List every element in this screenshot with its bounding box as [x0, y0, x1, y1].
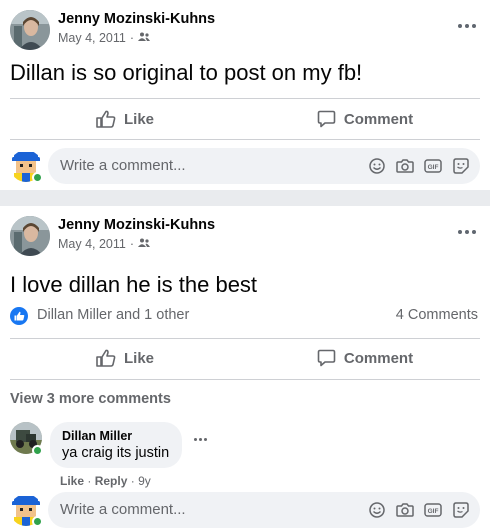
- comment-more-icon[interactable]: [194, 436, 210, 442]
- comment: Dillan Miller ya craig its justin Like ·…: [10, 422, 480, 492]
- gif-icon[interactable]: GIF: [424, 500, 442, 520]
- post-card: Jenny Mozinski-Kuhns May 4, 2011 · Dilla…: [0, 0, 490, 190]
- comment-composer: Write a comment... GIF: [10, 148, 480, 184]
- comment-button[interactable]: Comment: [250, 340, 480, 376]
- view-more-comments-link[interactable]: View 3 more comments: [10, 391, 171, 407]
- divider: [10, 98, 480, 99]
- composer-icons: GIF: [368, 156, 470, 176]
- emoji-icon[interactable]: [368, 156, 386, 176]
- author-avatar[interactable]: [10, 216, 50, 256]
- comment-like-link[interactable]: Like: [60, 474, 84, 488]
- meta-separator: ·: [129, 237, 135, 251]
- comment-bubble: Dillan Miller ya craig its justin: [50, 422, 182, 468]
- sticker-icon[interactable]: [452, 500, 470, 520]
- comment-composer: Write a comment... GIF: [10, 492, 480, 528]
- comment-text: ya craig its justin: [62, 445, 170, 461]
- friends-icon: [138, 237, 151, 251]
- comment-age[interactable]: 9y: [138, 474, 151, 488]
- svg-text:GIF: GIF: [428, 508, 439, 515]
- comment-icon: [317, 110, 336, 128]
- like-button[interactable]: Like: [10, 101, 240, 137]
- comment-placeholder: Write a comment...: [60, 157, 186, 174]
- comment-reply-link[interactable]: Reply: [95, 474, 128, 488]
- like-label: Like: [123, 110, 154, 128]
- gif-icon[interactable]: GIF: [424, 156, 442, 176]
- like-label: Like: [123, 349, 154, 367]
- reactions-bar: Dillan Miller and 1 other 4 Comments: [10, 306, 480, 328]
- comment-actions: Like · Reply · 9y: [60, 474, 151, 488]
- online-status-indicator: [32, 445, 43, 456]
- more-icon[interactable]: [454, 222, 480, 242]
- post-text: I love dillan he is the best: [10, 272, 258, 297]
- author-name[interactable]: Jenny Mozinski-Kuhns: [58, 217, 215, 233]
- comment-button[interactable]: Comment: [250, 101, 480, 137]
- author-name[interactable]: Jenny Mozinski-Kuhns: [58, 11, 215, 27]
- sticker-icon[interactable]: [452, 156, 470, 176]
- comment-actions-separator: ·: [130, 474, 135, 488]
- divider: [10, 338, 480, 339]
- more-icon[interactable]: [454, 16, 480, 36]
- post-date[interactable]: May 4, 2011: [58, 31, 126, 45]
- divider: [10, 379, 480, 380]
- comment-count[interactable]: 4 Comments: [396, 307, 478, 323]
- online-status-indicator: [32, 172, 43, 183]
- post-header: Jenny Mozinski-Kuhns May 4, 2011 ·: [10, 216, 480, 256]
- post-meta: May 4, 2011 ·: [58, 237, 151, 251]
- comment-icon: [317, 349, 336, 367]
- post-card: Jenny Mozinski-Kuhns May 4, 2011 · I lov…: [0, 206, 490, 532]
- reactors-summary[interactable]: Dillan Miller and 1 other: [37, 307, 189, 323]
- like-button[interactable]: Like: [10, 340, 240, 376]
- divider: [10, 139, 480, 140]
- online-status-indicator: [32, 516, 43, 527]
- post-text: Dillan is so original to post on my fb!: [10, 60, 363, 85]
- comment-label: Comment: [343, 349, 414, 367]
- author-avatar[interactable]: [10, 10, 50, 50]
- post-header: Jenny Mozinski-Kuhns May 4, 2011 ·: [10, 10, 480, 50]
- post-meta: May 4, 2011 ·: [58, 31, 151, 45]
- friends-icon: [138, 31, 151, 45]
- commenter-name[interactable]: Dillan Miller: [62, 429, 170, 443]
- meta-separator: ·: [129, 31, 135, 45]
- emoji-icon[interactable]: [368, 500, 386, 520]
- composer-icons: GIF: [368, 500, 470, 520]
- like-icon: [96, 349, 116, 367]
- like-reaction-icon: [10, 307, 28, 325]
- comment-actions-separator: ·: [87, 474, 92, 488]
- like-icon: [96, 110, 116, 128]
- camera-icon[interactable]: [396, 500, 414, 520]
- comment-placeholder: Write a comment...: [60, 501, 186, 518]
- svg-text:GIF: GIF: [428, 164, 439, 171]
- post-date[interactable]: May 4, 2011: [58, 237, 126, 251]
- camera-icon[interactable]: [396, 156, 414, 176]
- comment-label: Comment: [343, 110, 414, 128]
